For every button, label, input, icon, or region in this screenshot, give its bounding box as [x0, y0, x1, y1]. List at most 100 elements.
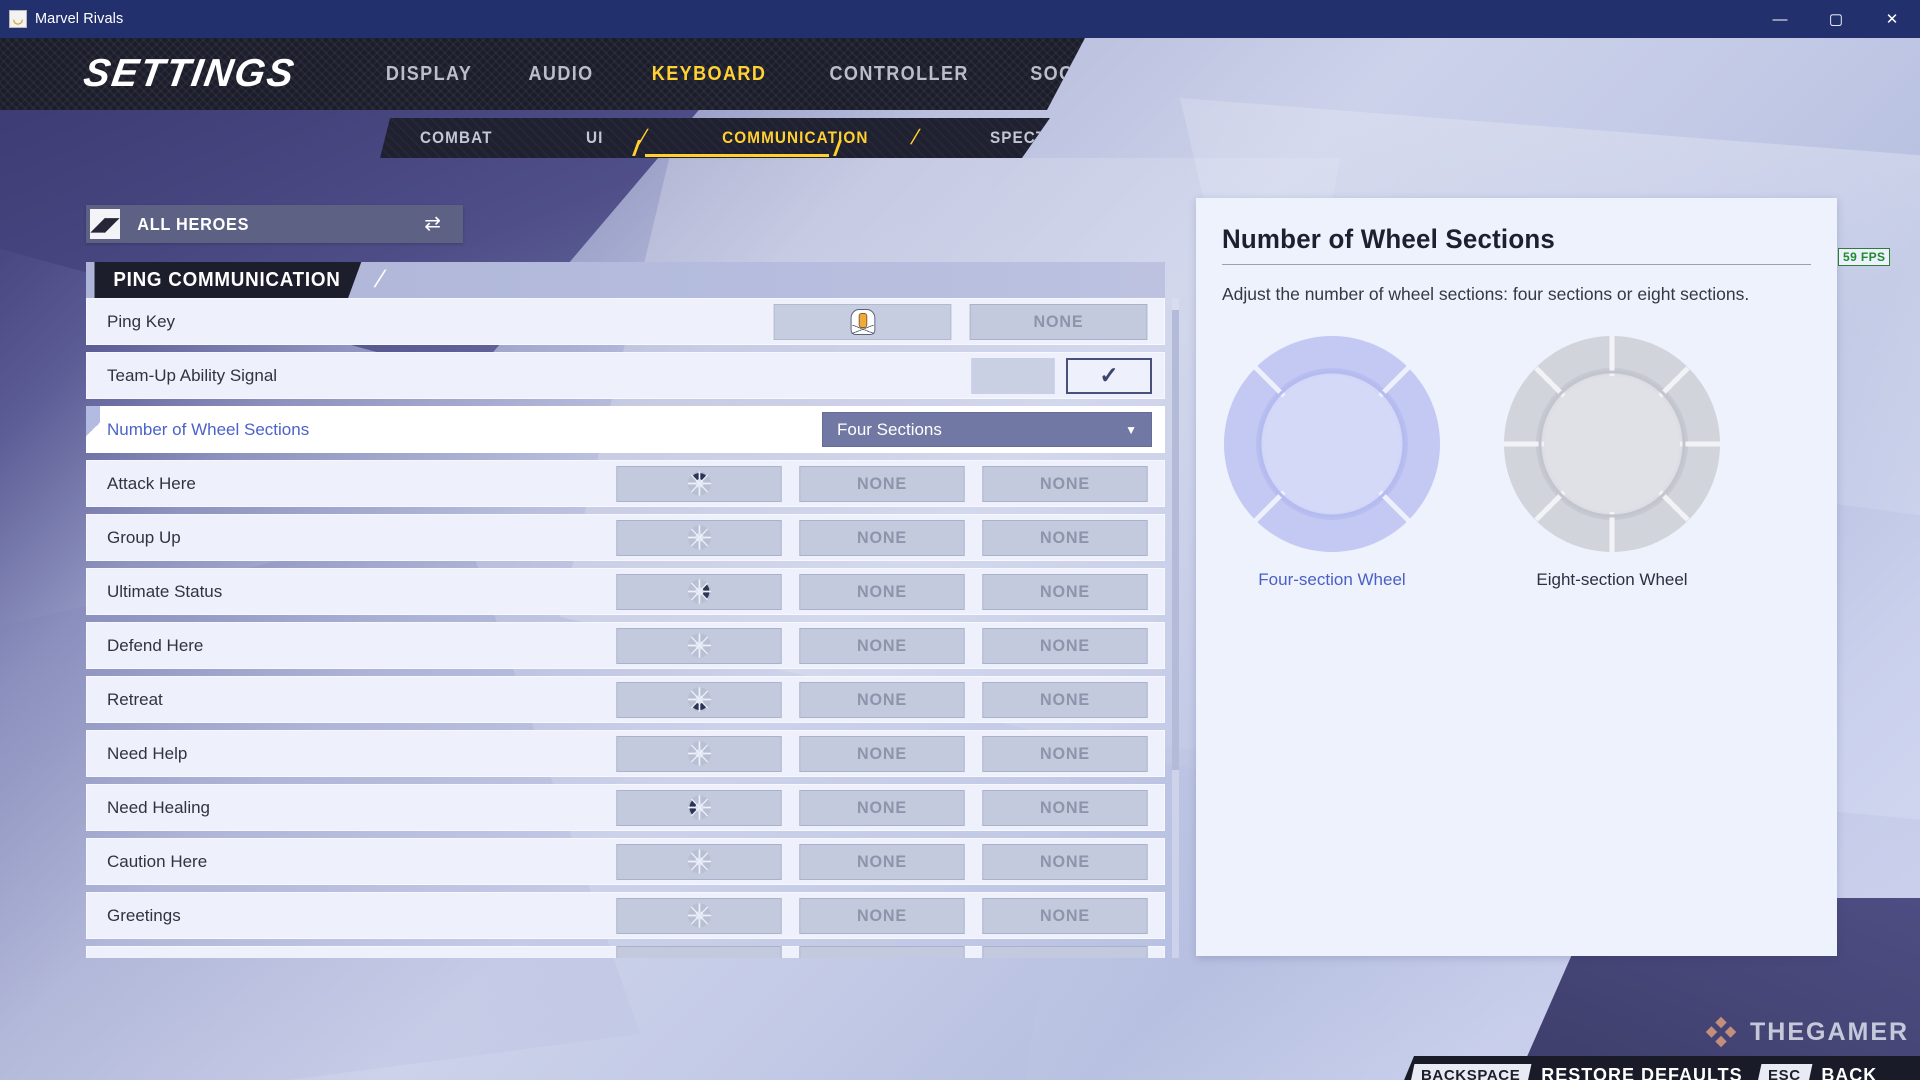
table-row[interactable]: Need Help NONE NONE — [86, 730, 1165, 777]
setting-label: Retreat — [107, 689, 163, 709]
keybind-slot-tertiary[interactable]: NONE — [982, 735, 1148, 772]
minimize-icon[interactable]: — — [1752, 0, 1808, 38]
bind-group: ✓ — [969, 357, 1165, 394]
keybind-slot-secondary[interactable]: NONE — [799, 735, 965, 772]
keybind-slot-tertiary[interactable]: NONE — [982, 465, 1148, 502]
tab-keyboard[interactable]: KEYBOARD — [652, 62, 767, 86]
keybind-slot-primary[interactable] — [616, 789, 782, 826]
keybind-slot-tertiary[interactable]: NONE — [982, 627, 1148, 664]
table-row[interactable]: Ultimate Status NONE NONE — [86, 568, 1165, 615]
bind-group — [612, 946, 1165, 958]
maximize-icon[interactable]: ▢ — [1808, 0, 1864, 38]
keybind-slot-primary[interactable] — [773, 303, 952, 340]
keybind-slot-primary[interactable] — [616, 735, 782, 772]
setting-label: Ultimate Status — [107, 581, 223, 601]
restore-defaults-prompt[interactable]: BACKSPACE RESTORE DEFAULTS — [1409, 1060, 1759, 1080]
keybind-slot-primary[interactable] — [616, 519, 782, 556]
section-header: PING COMMUNICATION / — [86, 262, 1165, 298]
ping-wheel-center-icon — [687, 633, 711, 658]
keybind-slot-secondary[interactable]: NONE — [799, 573, 965, 610]
keybind-slot-secondary[interactable]: NONE — [799, 627, 965, 664]
ping-wheel-right-icon — [687, 579, 711, 604]
bind-group: NONE NONE — [612, 465, 1165, 502]
section-slash-icon: / — [371, 266, 388, 293]
subtab-communication[interactable]: COMMUNICATION — [722, 128, 868, 148]
keybind-slot-tertiary[interactable] — [982, 946, 1148, 958]
swap-arrows-icon[interactable]: ⇄ — [424, 214, 441, 234]
scrollbar-thumb[interactable] — [1172, 310, 1179, 770]
setting-label: Team-Up Ability Signal — [107, 365, 278, 385]
keybind-slot-primary[interactable] — [616, 465, 782, 502]
subtab-combat[interactable]: COMBAT — [420, 128, 492, 148]
keybind-slot-primary[interactable] — [616, 627, 782, 664]
bind-group: NONE NONE — [612, 573, 1165, 610]
keybind-slot-secondary[interactable]: NONE — [799, 519, 965, 556]
keybind-slot-tertiary[interactable]: NONE — [982, 573, 1148, 610]
section-title: PING COMMUNICATION — [95, 262, 362, 298]
bind-group: NONE NONE — [612, 897, 1165, 934]
keybind-slot-secondary[interactable] — [799, 946, 965, 958]
table-row[interactable]: Retreat NONE NONE — [86, 676, 1165, 723]
restore-defaults-label: RESTORE DEFAULTS — [1541, 1064, 1743, 1080]
table-row[interactable]: Greetings NONE NONE — [86, 892, 1165, 939]
ping-wheel-center-icon — [687, 525, 711, 550]
keybind-slot-secondary[interactable]: NONE — [799, 465, 965, 502]
chevron-down-icon: ▼ — [1125, 422, 1137, 437]
eight-section-wheel-icon — [1504, 335, 1720, 552]
table-row[interactable]: Caution Here NONE NONE — [86, 838, 1165, 885]
table-row[interactable]: Team-Up Ability Signal ✓ — [86, 352, 1165, 399]
table-row[interactable]: Group Up NONE NONE — [86, 514, 1165, 561]
settings-header-bar: SETTINGS DISPLAY AUDIO KEYBOARD CONTROLL… — [0, 38, 1085, 110]
ping-wheel-center-icon — [687, 741, 711, 766]
keybind-slot-primary[interactable] — [616, 897, 782, 934]
keybind-slot-primary[interactable] — [616, 681, 782, 718]
back-prompt[interactable]: ESC BACK — [1756, 1060, 1894, 1080]
keybind-slot-primary[interactable] — [616, 843, 782, 880]
table-row[interactable]: Need Healing NONE NONE — [86, 784, 1165, 831]
table-row[interactable]: Attack Here NONE NONE — [86, 460, 1165, 507]
hero-roster-icon: ◢◤ — [90, 209, 120, 239]
keybind-slot-secondary[interactable]: NONE — [799, 897, 965, 934]
window-titlebar: ◡ Marvel Rivals — ▢ ✕ — [0, 0, 1920, 38]
setting-label: Group Up — [107, 527, 181, 547]
back-label: BACK — [1821, 1064, 1878, 1080]
settings-list-panel: PING COMMUNICATION / Ping Key NONE Team-… — [86, 262, 1179, 958]
wheel-sections-dropdown[interactable]: Four Sections ▼ — [822, 412, 1152, 447]
tab-audio[interactable]: AUDIO — [529, 62, 594, 86]
window-controls: — ▢ ✕ — [1752, 0, 1920, 38]
keybind-slot-tertiary[interactable]: NONE — [982, 843, 1148, 880]
keybind-slot-tertiary[interactable]: NONE — [982, 681, 1148, 718]
table-row[interactable]: Ping Key NONE — [86, 298, 1165, 345]
watermark-text: THEGAMER — [1750, 1017, 1910, 1046]
keybind-slot-secondary[interactable]: NONE — [799, 843, 965, 880]
keybind-slot-primary[interactable] — [616, 573, 782, 610]
tab-controller[interactable]: CONTROLLER — [830, 62, 969, 86]
keybind-slot-tertiary[interactable]: NONE — [982, 897, 1148, 934]
info-panel-description: Adjust the number of wheel sections: fou… — [1222, 284, 1750, 304]
hero-filter-selector[interactable]: ◢◤ ALL HEROES ⇄ — [86, 205, 463, 243]
setting-label: Ping Key — [107, 311, 176, 331]
keybind-slot-tertiary[interactable]: NONE — [982, 789, 1148, 826]
team-up-signal-checkbox[interactable]: ✓ — [1066, 357, 1152, 394]
tab-display[interactable]: DISPLAY — [386, 62, 472, 86]
keybind-slot-secondary[interactable]: NONE — [969, 303, 1148, 340]
table-row[interactable]: Defend Here NONE NONE — [86, 622, 1165, 669]
setting-label: Caution Here — [107, 851, 208, 871]
settings-scrollbar[interactable] — [1172, 298, 1179, 958]
keybind-slot-secondary[interactable]: NONE — [799, 681, 965, 718]
bottom-prompts: BACKSPACE RESTORE DEFAULTS ESC BACK — [1409, 1060, 1894, 1080]
wheel-option-four[interactable]: Four-section Wheel — [1222, 334, 1442, 590]
setting-label: Number of Wheel Sections — [107, 419, 310, 439]
keybind-slot-secondary[interactable]: NONE — [799, 789, 965, 826]
wheel-option-eight[interactable]: Eight-section Wheel — [1502, 334, 1722, 590]
subtab-ui[interactable]: UI — [586, 128, 603, 148]
main-tab-list: DISPLAY AUDIO KEYBOARD CONTROLLER SOCIAL — [380, 62, 1112, 86]
close-icon[interactable]: ✕ — [1864, 0, 1920, 38]
keybind-slot-tertiary[interactable]: NONE — [982, 519, 1148, 556]
bind-group: NONE NONE — [612, 627, 1165, 664]
eight-section-wheel-caption: Eight-section Wheel — [1536, 569, 1688, 589]
table-row-selected[interactable]: Number of Wheel Sections Four Sections ▼ — [86, 406, 1165, 453]
keybind-slot-primary[interactable] — [616, 946, 782, 958]
table-row-partial[interactable] — [86, 946, 1165, 958]
backspace-key-badge: BACKSPACE — [1409, 1063, 1532, 1080]
